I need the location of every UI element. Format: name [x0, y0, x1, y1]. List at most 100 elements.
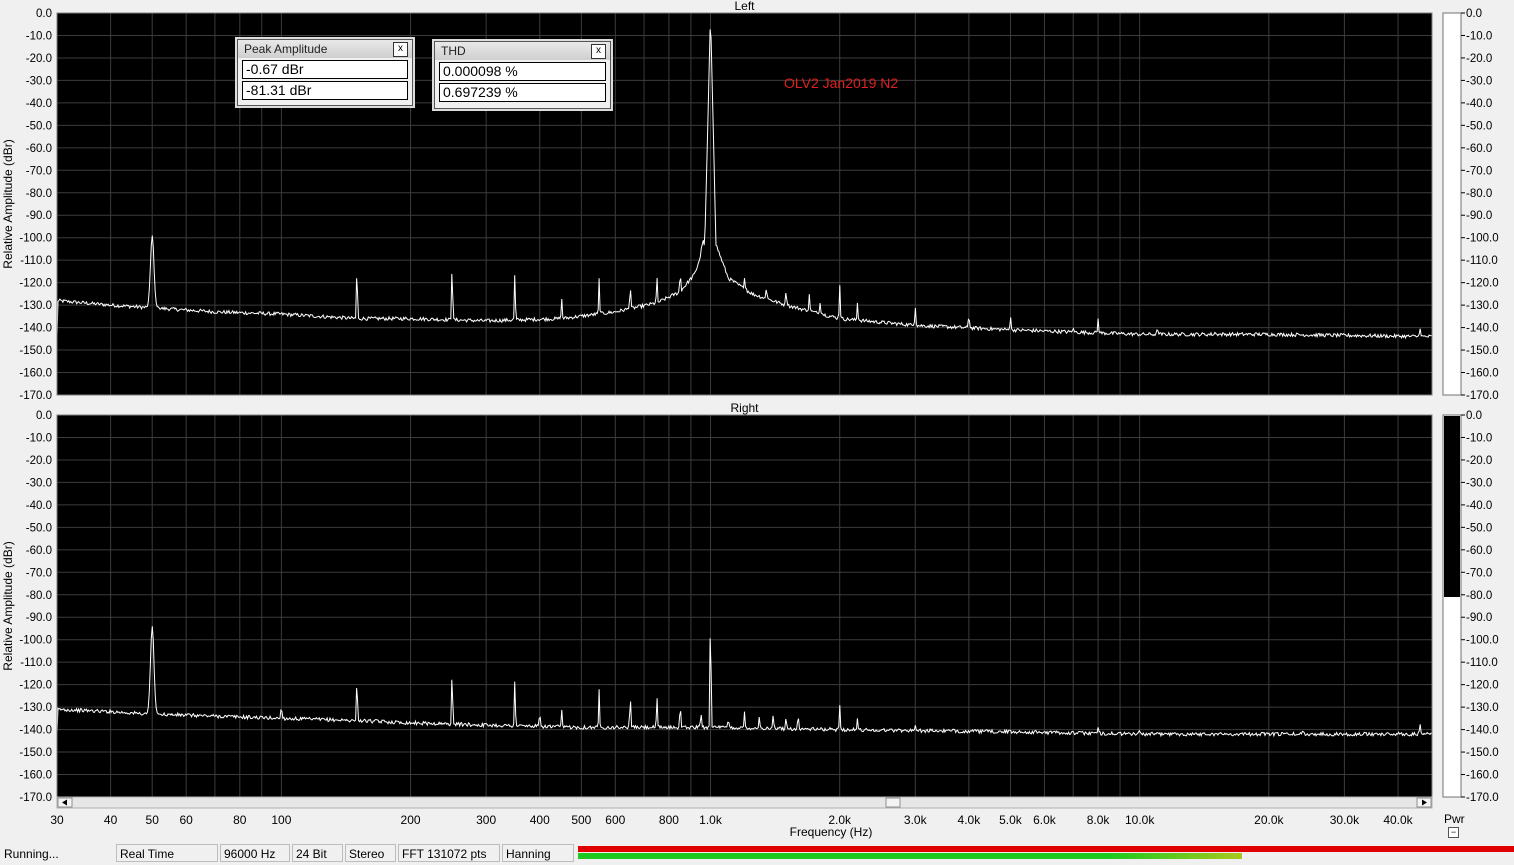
meter-tick-label: -80.0 — [1466, 590, 1492, 602]
close-icon[interactable]: x — [591, 44, 606, 59]
meter-tick-label: -40.0 — [1466, 500, 1492, 512]
y-tick-label: -90.0 — [26, 612, 52, 624]
meter-tick-label: -100.0 — [1466, 233, 1499, 245]
y-tick-label: -20.0 — [26, 455, 52, 467]
y-tick-label: -70.0 — [26, 165, 52, 177]
chart-panel-right[interactable]: 0.0 -10.0 -20.0 -30.0 -40.0 -50.0 -60.0 -70.0 -8… — [1, 401, 1499, 804]
meter-tick-label: -50.0 — [1466, 522, 1492, 534]
x-tick-label: 8.0k — [1087, 813, 1111, 827]
y-tick-label: -140.0 — [19, 725, 52, 737]
x-tick-label: 400 — [530, 813, 550, 827]
thd-title[interactable]: THD x — [435, 42, 610, 60]
x-tick-label: 800 — [659, 813, 679, 827]
y-tick-label: -40.0 — [26, 500, 52, 512]
y-tick-label: -130.0 — [19, 300, 52, 312]
status-bits: 24 Bit — [292, 844, 343, 862]
meter-tick-label: -20.0 — [1466, 455, 1492, 467]
x-tick-label: 4.0k — [958, 813, 982, 827]
y-tick-label: -40.0 — [26, 98, 52, 110]
status-bar: Running... Real Time 96000 Hz 24 Bit Ste… — [0, 843, 1514, 865]
y-tick-label: -30.0 — [26, 477, 52, 489]
chart-title: Left — [734, 0, 755, 13]
meter-tick-label: -120.0 — [1466, 680, 1499, 692]
status-window: Hanning — [502, 844, 574, 862]
y-tick-label: -160.0 — [19, 770, 52, 782]
peak-left-value: -0.67 dBr — [242, 60, 408, 79]
meter-tick-label: -170.0 — [1466, 390, 1499, 402]
x-tick-label: 3.0k — [904, 813, 928, 827]
meter-tick-label: -110.0 — [1466, 657, 1498, 669]
y-tick-label: -170.0 — [19, 390, 52, 402]
status-channels: Stereo — [345, 844, 396, 862]
horizontal-scrollbar[interactable] — [56, 796, 1433, 809]
x-tick-label: 20.0k — [1254, 813, 1284, 827]
y-tick-label: 0.0 — [36, 8, 52, 20]
status-fft: FFT 131072 pts — [398, 844, 500, 862]
status-rate: 96000 Hz — [220, 844, 290, 862]
level-bar-right — [578, 853, 1242, 859]
meter-tick-label: -130.0 — [1466, 300, 1499, 312]
x-tick-label: 30 — [50, 813, 64, 827]
thd-window[interactable]: THD x 0.000098 % 0.697239 % — [434, 41, 611, 109]
chart-panel-left[interactable]: 0.0 -10.0 -20.0 -30.0 -40.0 -50.0 -60.0 -70.0 -8… — [1, 0, 1499, 402]
trace-annotation: OLV2 Jan2019 N2 — [784, 75, 898, 91]
y-tick-label: -30.0 — [26, 75, 52, 87]
collapse-icon[interactable]: − — [1448, 827, 1459, 838]
peak-amplitude-window[interactable]: Peak Amplitude x -0.67 dBr -81.31 dBr — [237, 39, 413, 106]
power-label: Pwr — [1444, 812, 1465, 826]
chart-title: Right — [730, 401, 759, 415]
meter-tick-label: -30.0 — [1466, 75, 1492, 87]
meter-tick-label: -160.0 — [1466, 368, 1499, 380]
x-tick-label: 40.0k — [1383, 813, 1413, 827]
thd-left-value: 0.000098 % — [439, 62, 606, 81]
spectrum-plots[interactable]: 0.0 -10.0 -20.0 -30.0 -40.0 -50.0 -60.0 -70.0 -8… — [0, 0, 1514, 843]
meter-tick-label: -80.0 — [1466, 188, 1492, 200]
meter-tick-label: -30.0 — [1466, 477, 1492, 489]
y-tick-label: -120.0 — [19, 278, 52, 290]
meter-frame — [1442, 12, 1462, 396]
y-tick-label: -110.0 — [20, 657, 52, 669]
x-tick-label: 30.0k — [1330, 813, 1360, 827]
y-axis-label: Relative Amplitude (dBr) — [1, 139, 15, 268]
meter-tick-label: -60.0 — [1466, 143, 1492, 155]
meter-tick-label: -140.0 — [1466, 323, 1499, 335]
y-tick-label: -80.0 — [26, 188, 52, 200]
status-mode: Real Time — [116, 844, 218, 862]
meter-tick-label: -160.0 — [1466, 770, 1499, 782]
y-tick-label: -100.0 — [19, 233, 52, 245]
close-icon[interactable]: x — [393, 42, 408, 57]
y-tick-label: -10.0 — [26, 432, 52, 444]
x-tick-label: 10.0k — [1125, 813, 1155, 827]
y-tick-label: -100.0 — [19, 635, 52, 647]
peak-right-value: -81.31 dBr — [242, 81, 408, 100]
x-axis-label: Frequency (Hz) — [790, 825, 873, 839]
meter-tick-label: -100.0 — [1466, 635, 1499, 647]
meter-tick-label: -170.0 — [1466, 792, 1499, 804]
x-tick-label: 6.0k — [1033, 813, 1057, 827]
y-tick-label: -160.0 — [19, 368, 52, 380]
scrollbar-track[interactable] — [56, 796, 1433, 809]
peak-amplitude-title[interactable]: Peak Amplitude x — [238, 40, 412, 58]
y-tick-label: -150.0 — [19, 345, 52, 357]
scroll-thumb[interactable] — [885, 797, 901, 808]
y-tick-label: -70.0 — [26, 567, 52, 579]
meter-tick-label: -150.0 — [1466, 345, 1499, 357]
y-tick-label: -80.0 — [26, 590, 52, 602]
meter-tick-label: -10.0 — [1466, 30, 1492, 42]
meter-tick-label: 0.0 — [1466, 8, 1482, 20]
y-tick-label: -130.0 — [19, 702, 52, 714]
meter-tick-label: -110.0 — [1466, 255, 1498, 267]
y-tick-label: -110.0 — [20, 255, 52, 267]
x-tick-label: 100 — [271, 813, 291, 827]
meter-tick-label: -140.0 — [1466, 725, 1499, 737]
y-tick-label: -150.0 — [19, 747, 52, 759]
x-tick-label: 50 — [146, 813, 160, 827]
plot-area[interactable] — [57, 415, 1432, 797]
x-tick-label: 1.0k — [699, 813, 723, 827]
y-tick-label: -60.0 — [26, 143, 52, 155]
y-tick-label: 0.0 — [36, 410, 52, 422]
meter-tick-label: -10.0 — [1466, 432, 1492, 444]
y-tick-label: -50.0 — [26, 120, 52, 132]
meter-tick-label: -60.0 — [1466, 545, 1492, 557]
x-tick-label: 200 — [401, 813, 421, 827]
